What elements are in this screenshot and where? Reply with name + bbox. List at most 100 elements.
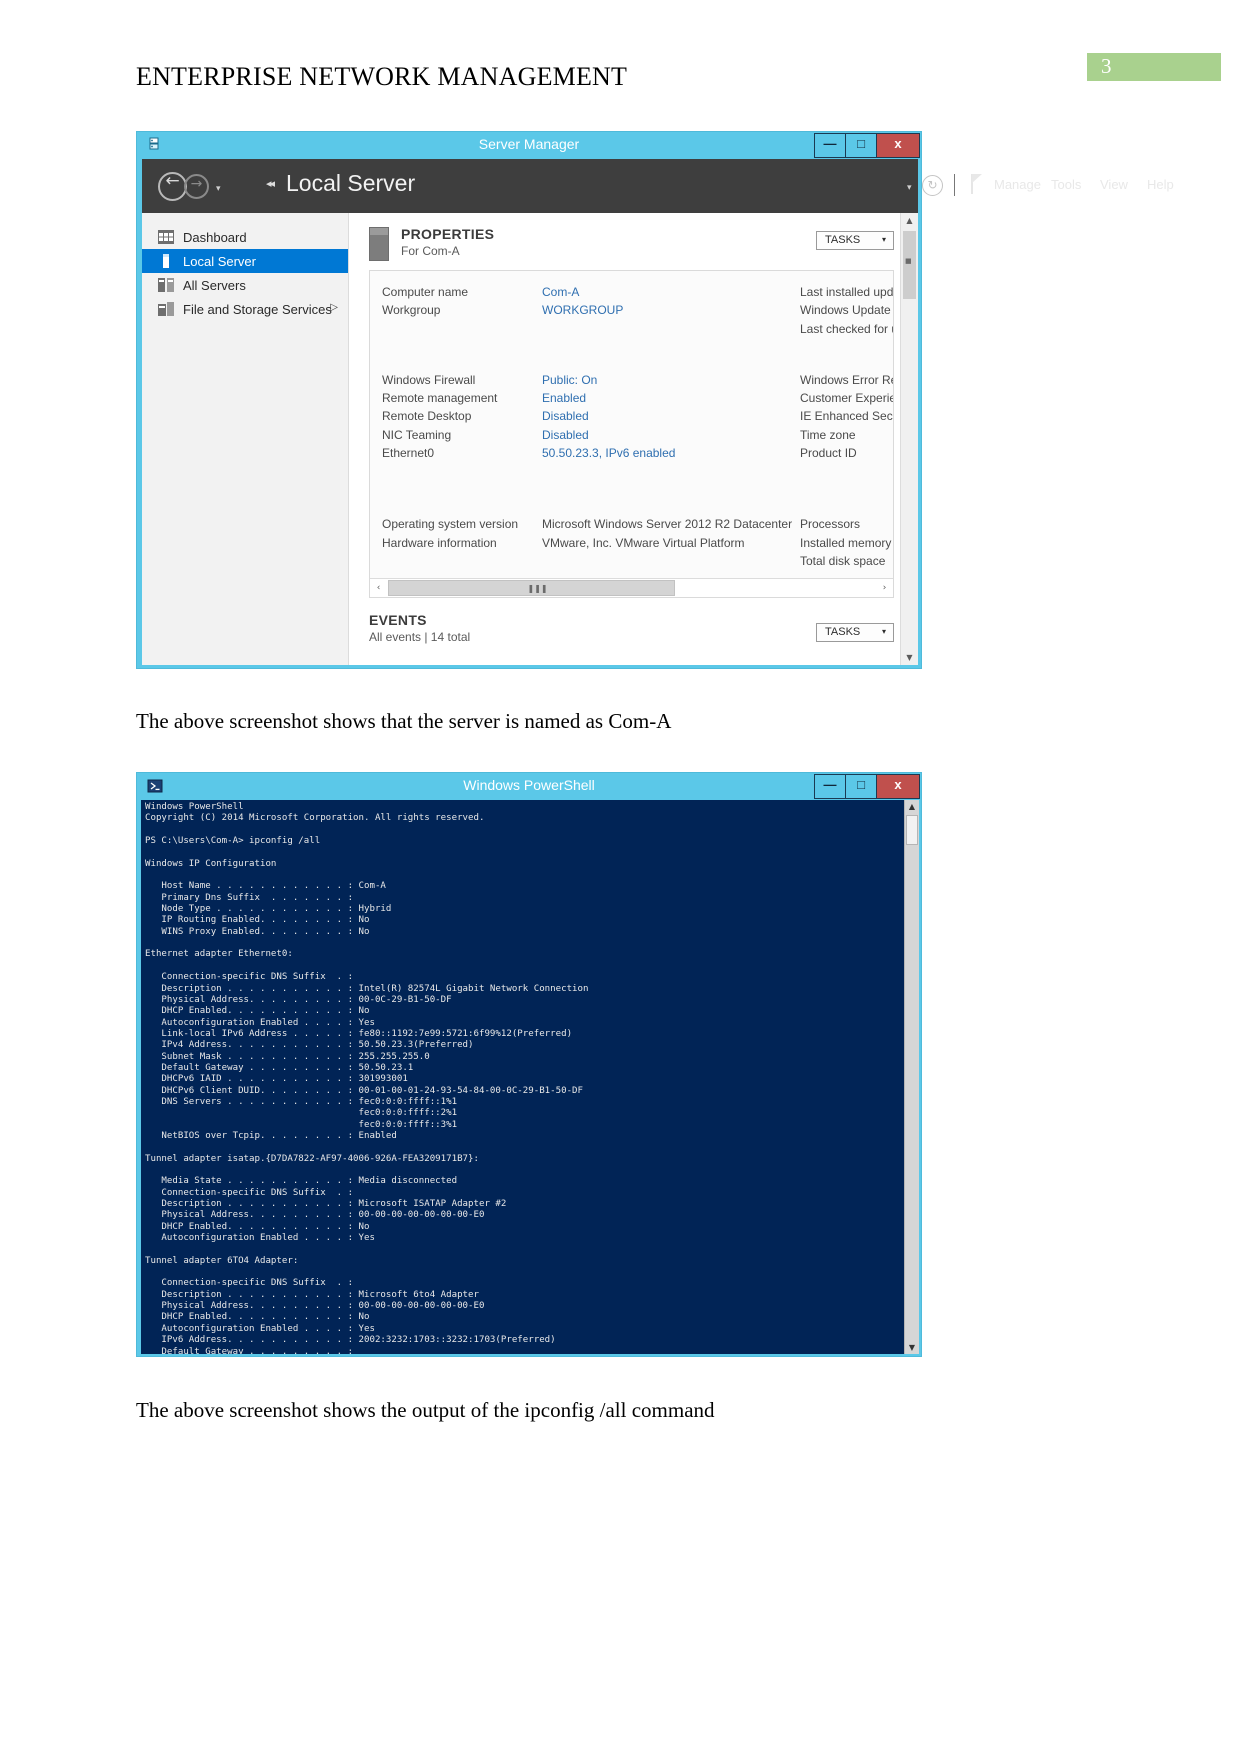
powershell-titlebar: Windows PowerShell — □ x [137,773,921,800]
property-label: Computer name [382,285,469,299]
property-value: VMware, Inc. VMware Virtual Platform [542,536,745,550]
menu-view[interactable]: View [1100,177,1128,192]
properties-title: PROPERTIES [401,226,495,242]
scrollbar-thumb[interactable] [903,231,916,299]
server-manager-main: Dashboard Local Server All Servers File … [142,213,918,665]
server-manager-title: Server Manager [478,136,580,152]
properties-section-header: PROPERTIES For Com-A TASKS ▾ [369,226,894,261]
sidebar: Dashboard Local Server All Servers File … [142,213,349,665]
property-row: Hardware information VMware, Inc. VMware… [382,536,745,550]
notifications-caret-icon[interactable]: ▾ [907,183,912,193]
events-tasks-button[interactable]: TASKS ▾ [816,623,894,642]
property-label: Windows Update [800,303,891,317]
property-value[interactable]: Disabled [542,409,589,423]
navbar-separator [954,174,955,196]
properties-subtitle: For Com-A [401,244,460,258]
scroll-down-icon[interactable]: ▼ [901,653,918,662]
scroll-left-icon[interactable]: ‹ [370,579,387,597]
refresh-icon[interactable]: ↻ [922,175,943,196]
menu-manage[interactable]: Manage [994,177,1041,192]
scroll-up-icon[interactable]: ▲ [905,802,919,811]
navbar-title: Local Server [286,170,416,196]
file-storage-icon [158,302,174,316]
maximize-icon: □ [857,777,865,792]
caption-server-manager: The above screenshot shows that the serv… [136,709,672,733]
property-label: NIC Teaming [382,428,452,442]
close-button[interactable]: x [876,133,920,158]
property-row: Operating system version Microsoft Windo… [382,517,792,531]
forward-arrow-icon: → [190,176,203,192]
sidebar-item-file-and-storage-services[interactable]: File and Storage Services ▷ [142,297,348,321]
sidebar-item-dashboard[interactable]: Dashboard [142,225,348,249]
forward-button[interactable]: → [184,174,209,199]
property-label: Operating system version [382,517,519,531]
chevron-down-icon: ▾ [881,627,886,636]
flag-icon[interactable] [970,174,984,194]
property-label: Total disk space [800,554,886,568]
property-row: Total disk space [800,554,893,568]
property-row: Time zone [800,428,893,442]
sidebar-item-all-servers[interactable]: All Servers [142,273,348,297]
property-label: Windows Error Rep [800,373,894,387]
property-value[interactable]: 50.50.23.3, IPv6 enabled [542,446,675,460]
property-row: Processors [800,517,893,531]
server-manager-body: ← → ▾ ◂◂ Local Server ▾ ↻ Manage Tools V… [142,159,1174,665]
back-button[interactable]: ← [158,171,187,201]
properties-horizontal-scrollbar[interactable]: ‹ ❚❚❚ › [370,578,893,597]
events-title: EVENTS [369,612,427,628]
property-row: NIC Teaming Disabled [382,428,589,442]
content-vertical-scrollbar[interactable]: ▲ ■ ▼ [900,213,918,665]
sidebar-item-local-server[interactable]: Local Server [142,249,348,273]
history-dropdown-caret-icon[interactable]: ▾ [216,184,221,194]
scroll-up-icon[interactable]: ▲ [901,216,918,225]
property-row: Windows Error Rep [800,373,894,387]
all-servers-icon [158,278,174,292]
sidebar-item-label: File and Storage Services [183,301,332,317]
property-value[interactable]: Com-A [542,285,579,299]
page-title: ENTERPRISE NETWORK MANAGEMENT [136,62,628,91]
chevron-right-icon[interactable]: ▷ [330,302,338,313]
property-value[interactable]: Disabled [542,428,589,442]
close-button[interactable]: x [876,774,920,799]
minimize-button[interactable]: — [814,774,846,799]
console-vertical-scrollbar[interactable]: ▲ ▼ [904,800,919,1354]
property-label: IE Enhanced Secur [800,409,894,423]
scrollbar-thumb[interactable] [906,815,918,845]
minimize-icon: — [823,777,837,792]
properties-box: Computer name Com-A Workgroup WORKGROUP … [369,270,894,598]
server-manager-window-controls: — □ x [814,133,920,158]
property-value[interactable]: WORKGROUP [542,303,623,317]
scrollbar-grip-icon: ■ [905,257,912,265]
property-label: Remote Desktop [382,409,472,423]
content-pane: PROPERTIES For Com-A TASKS ▾ Computer na… [349,213,918,665]
minimize-icon: — [823,136,837,151]
property-value[interactable]: Enabled [542,391,586,405]
events-subtitle: All events | 14 total [369,630,471,644]
property-label: Ethernet0 [382,446,435,460]
maximize-icon: □ [857,136,865,151]
scroll-right-icon[interactable]: › [876,579,893,597]
menu-help[interactable]: Help [1147,177,1174,192]
close-icon: x [894,777,902,792]
properties-tasks-button[interactable]: TASKS ▾ [816,231,894,250]
property-row: Computer name Com-A [382,285,579,299]
scroll-down-icon[interactable]: ▼ [905,1343,919,1352]
menu-tools[interactable]: Tools [1051,177,1081,192]
powershell-window-controls: — □ x [814,774,920,799]
server-manager-navbar: ← → ▾ ◂◂ Local Server ▾ ↻ Manage Tools V… [142,159,1174,213]
property-row: Windows Update [800,303,893,317]
collapse-icon[interactable]: ◂◂ [266,177,275,190]
property-value[interactable]: Public: On [542,373,597,387]
property-label: Workgroup [382,303,441,317]
scrollbar-grip-icon: ❚❚❚ [527,584,548,593]
scrollbar-thumb[interactable]: ❚❚❚ [388,580,675,596]
maximize-button[interactable]: □ [845,133,877,158]
property-label: Last checked for u [800,322,894,336]
property-row: Installed memory ( [800,536,893,550]
powershell-window: Windows PowerShell — □ x Windows PowerSh… [136,772,922,1357]
powershell-console[interactable]: Windows PowerShell Copyright (C) 2014 Mi… [141,800,919,1354]
maximize-button[interactable]: □ [845,774,877,799]
dashboard-icon [158,230,174,244]
minimize-button[interactable]: — [814,133,846,158]
page-number: 3 [1101,54,1112,78]
